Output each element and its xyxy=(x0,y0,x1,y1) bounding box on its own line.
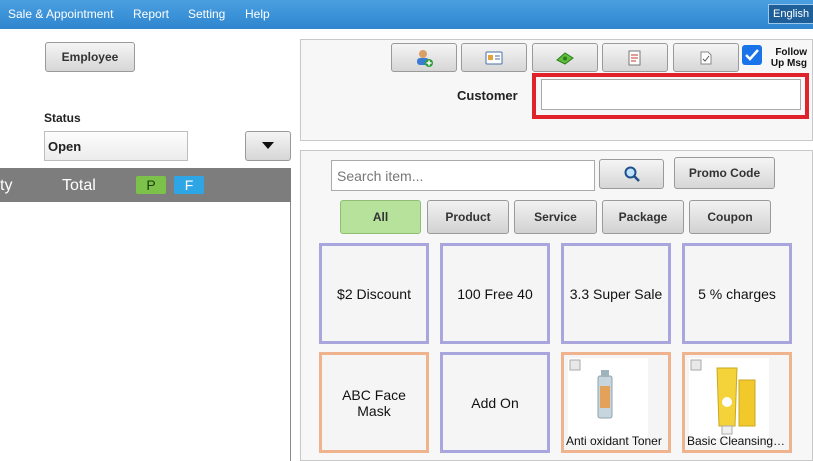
chip-p[interactable]: P xyxy=(136,176,166,194)
item-card[interactable]: Add On xyxy=(440,352,550,453)
tab-coupon[interactable]: Coupon xyxy=(689,200,771,234)
customer-card-icon xyxy=(485,51,503,64)
promo-code-button[interactable]: Promo Code xyxy=(674,157,775,189)
notes-button[interactable] xyxy=(602,43,668,72)
item-card[interactable]: Anti oxidant Toner xyxy=(561,352,671,453)
tab-service[interactable]: Service xyxy=(514,200,597,234)
order-list xyxy=(0,202,291,461)
item-card[interactable]: Basic Cleansing Milk xyxy=(682,352,792,453)
menu-bar: Sale & Appointment Report Setting Help E… xyxy=(0,0,813,29)
item-card[interactable]: 5 % charges xyxy=(682,243,792,344)
follow-up-checkbox[interactable] xyxy=(742,45,762,65)
product-bottle-icon xyxy=(568,358,648,438)
menu-help[interactable]: Help xyxy=(245,7,270,21)
status-select[interactable]: Open xyxy=(44,131,188,161)
document-icon xyxy=(700,51,712,64)
document-button[interactable] xyxy=(673,43,739,72)
payment-icon xyxy=(556,51,574,65)
item-name: Anti oxidant Toner xyxy=(566,434,662,448)
order-table-header: ty Total P F xyxy=(0,168,291,202)
column-qty: ty xyxy=(0,177,13,194)
follow-up-label: Follow Up Msg xyxy=(765,47,807,69)
tab-product[interactable]: Product xyxy=(427,200,509,234)
language-selector[interactable]: English xyxy=(768,4,813,24)
search-input[interactable]: Search item... xyxy=(331,160,595,191)
notes-icon xyxy=(628,50,641,65)
payment-button[interactable] xyxy=(532,43,598,72)
menu-report[interactable]: Report xyxy=(133,7,169,21)
customer-input[interactable] xyxy=(541,79,801,110)
item-name: Add On xyxy=(471,394,519,411)
customer-label: Customer xyxy=(457,88,518,103)
item-card[interactable]: 100 Free 40 xyxy=(440,243,550,344)
menu-setting[interactable]: Setting xyxy=(188,7,225,21)
add-customer-button[interactable] xyxy=(391,43,457,72)
menu-sale-appointment[interactable]: Sale & Appointment xyxy=(8,7,113,21)
follow-up-line1: Follow xyxy=(775,47,807,58)
item-card[interactable]: ABC Face Mask xyxy=(319,352,429,453)
item-name: ABC Face Mask xyxy=(342,386,406,419)
chevron-down-icon xyxy=(262,142,274,149)
item-name: $2 Discount xyxy=(337,285,411,302)
search-icon xyxy=(624,166,640,182)
column-total: Total xyxy=(62,177,96,194)
tab-all[interactable]: All xyxy=(340,200,421,234)
status-dropdown-button[interactable] xyxy=(245,131,291,161)
customer-card-button[interactable] xyxy=(461,43,527,72)
item-name: 100 Free 40 xyxy=(457,285,533,302)
tab-package[interactable]: Package xyxy=(602,200,684,234)
item-card[interactable]: $2 Discount xyxy=(319,243,429,344)
product-tube-icon xyxy=(689,358,769,438)
search-button[interactable] xyxy=(599,159,664,189)
employee-button[interactable]: Employee xyxy=(45,42,135,72)
follow-up-line2: Up Msg xyxy=(770,58,807,69)
item-name: Basic Cleansing Milk xyxy=(687,434,787,448)
item-name: 5 % charges xyxy=(698,285,776,302)
status-label: Status xyxy=(44,111,81,125)
checkmark-icon xyxy=(745,49,759,61)
item-card[interactable]: 3.3 Super Sale xyxy=(561,243,671,344)
chip-f[interactable]: F xyxy=(174,176,204,194)
item-name: 3.3 Super Sale xyxy=(569,285,663,302)
add-customer-icon xyxy=(417,49,433,67)
